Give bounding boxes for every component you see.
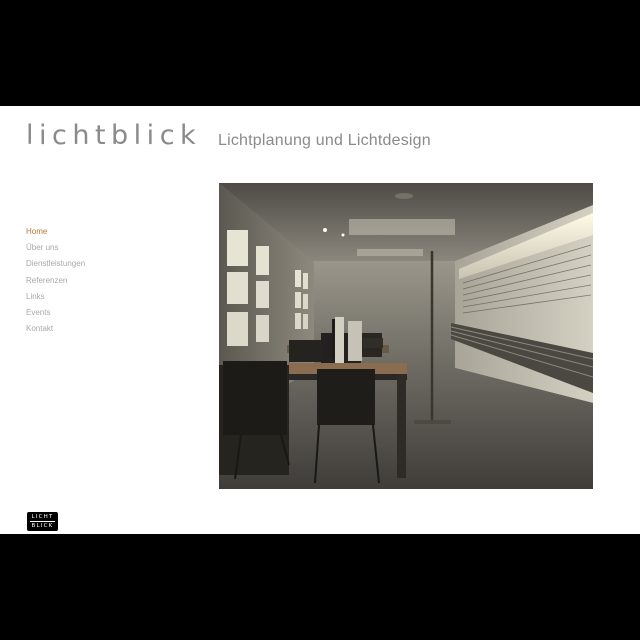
main-nav: Home Über uns Dienstleistungen Referenze… — [26, 224, 85, 337]
showroom-photo — [219, 183, 593, 489]
page-content: lichtblick Lichtplanung und Lichtdesign … — [0, 106, 640, 534]
nav-item-ueber-uns[interactable]: Über uns — [26, 240, 85, 256]
nav-item-kontakt[interactable]: Kontakt — [26, 321, 85, 337]
site-tagline: Lichtplanung und Lichtdesign — [218, 132, 431, 149]
nav-item-dienstleistungen[interactable]: Dienstleistungen — [26, 256, 85, 272]
nav-item-events[interactable]: Events — [26, 305, 85, 321]
nav-item-links[interactable]: Links — [26, 289, 85, 305]
lichtblick-badge-logo[interactable]: LICHT BLICK — [27, 512, 58, 531]
badge-line-1: LICHT — [31, 514, 54, 520]
nav-item-home[interactable]: Home — [26, 224, 85, 240]
badge-line-2: BLICK — [30, 521, 55, 529]
nav-item-referenzen[interactable]: Referenzen — [26, 273, 85, 289]
site-logo-text[interactable]: lichtblick — [26, 120, 201, 151]
